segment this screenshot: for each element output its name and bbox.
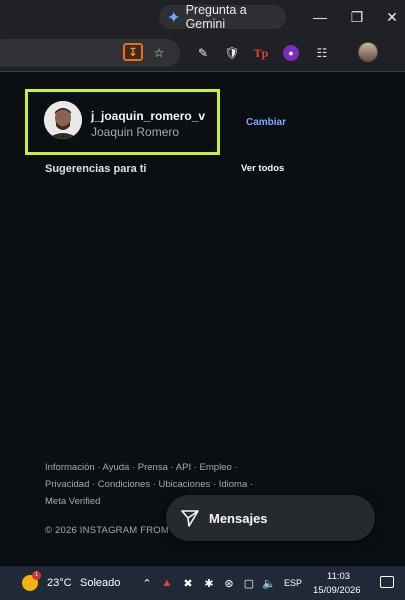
footer-links-line-1[interactable]: Información · Ayuda · Prensa · API · Emp…: [45, 462, 238, 473]
send-icon: [181, 510, 199, 527]
display-icon[interactable]: ▢: [242, 576, 256, 590]
instagram-sidebar: j_joaquin_romero_v Joaquin Romero Cambia…: [0, 73, 405, 566]
close-icon[interactable]: ✕: [380, 6, 404, 28]
footer-links-line-2[interactable]: Privacidad · Condiciones · Ubicaciones ·…: [45, 479, 253, 490]
clock-date[interactable]: 15/09/2026: [313, 585, 361, 596]
clock-time[interactable]: 11:03: [327, 571, 350, 582]
antivirus-icon[interactable]: ▲: [160, 576, 174, 590]
profile-username[interactable]: j_joaquin_romero_v: [91, 109, 205, 123]
chevron-up-icon[interactable]: ⌃: [140, 576, 154, 590]
browser-toolbar: ↧ ☆ ✎ 🛡 Tp ● ☷: [0, 34, 405, 72]
install-app-icon[interactable]: ↧: [123, 43, 143, 61]
minimize-icon[interactable]: —: [308, 6, 332, 28]
language-indicator[interactable]: ESP: [284, 578, 302, 588]
see-all-link[interactable]: Ver todos: [241, 163, 284, 174]
purple-extension-icon[interactable]: ●: [283, 45, 299, 61]
temperature[interactable]: 23°C: [47, 577, 72, 589]
messages-label: Mensajes: [209, 510, 268, 526]
avatar[interactable]: [44, 101, 82, 139]
notifications-icon[interactable]: [380, 576, 394, 588]
weather-description[interactable]: Soleado: [80, 577, 120, 589]
shield-extension-icon[interactable]: 🛡: [223, 44, 241, 62]
browser-profile-avatar[interactable]: [358, 42, 378, 62]
restore-icon[interactable]: ❐: [345, 6, 369, 28]
messages-button[interactable]: Mensajes: [166, 495, 375, 541]
tp-extension-icon[interactable]: Tp: [252, 44, 270, 62]
weather-badge: 1: [32, 571, 41, 580]
avatar-photo: [44, 101, 82, 139]
usb-icon[interactable]: ⊛: [222, 576, 236, 590]
windows-taskbar: 1 23°C Soleado ⌃ ▲ ✖ ✱ ⊛ ▢ 🔈 ESP 11:03 1…: [0, 566, 405, 600]
gemini-button[interactable]: Pregunta a Gemini: [159, 3, 286, 31]
suggestions-title: Sugerencias para ti: [45, 163, 147, 175]
profile-full-name: Joaquin Romero: [91, 125, 180, 139]
footer-links-line-3[interactable]: Meta Verified: [45, 496, 100, 507]
bookmark-star-icon[interactable]: ☆: [150, 44, 168, 62]
volume-icon[interactable]: 🔈: [262, 576, 276, 590]
eyedropper-icon[interactable]: ✎: [194, 44, 212, 62]
slack-icon[interactable]: ✱: [202, 576, 216, 590]
browser-titlebar: Pregunta a Gemini — ❐ ✕: [0, 0, 405, 34]
gemini-star-icon: [168, 11, 180, 23]
network-off-icon[interactable]: ✖: [181, 576, 195, 590]
switch-account-link[interactable]: Cambiar: [246, 117, 286, 128]
extensions-puzzle-icon[interactable]: ☷: [313, 44, 331, 62]
gemini-button-label: Pregunta a Gemini: [185, 3, 247, 31]
